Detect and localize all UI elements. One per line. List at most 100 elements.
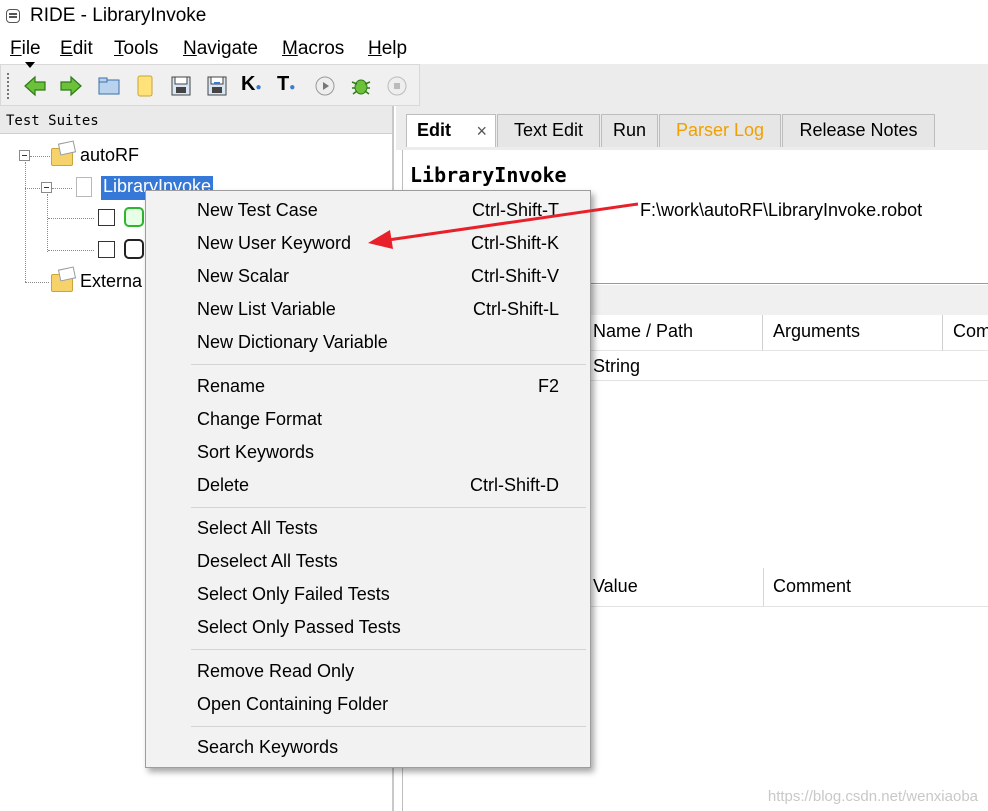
menu-bar: File Edit Tools Navigate Macros Help <box>0 34 988 64</box>
run-icon[interactable] <box>313 74 337 98</box>
column-divider <box>763 568 764 606</box>
test-checkbox[interactable] <box>98 209 115 226</box>
source-path: F:\work\autoRF\LibraryInvoke.robot <box>640 200 923 220</box>
menu-item-label: Delete <box>197 475 250 495</box>
tree-guide <box>48 250 94 251</box>
app-robot-icon <box>6 9 20 23</box>
toolbar-grip[interactable] <box>7 73 10 99</box>
column-comment[interactable]: Com <box>943 315 988 351</box>
menu-item-open-containing-folder[interactable]: Open Containing Folder <box>146 688 590 721</box>
robot-icon <box>124 207 144 227</box>
menu-item-new-scalar[interactable]: New Scalar Ctrl-Shift-V <box>146 260 590 293</box>
menu-item-label: New Test Case <box>197 200 318 220</box>
watermark: https://blog.csdn.net/wenxiaoba <box>767 788 978 805</box>
context-menu: New Test Case Ctrl-Shift-T New User Keywo… <box>145 190 591 768</box>
menu-item-sort-keywords[interactable]: Sort Keywords <box>146 436 590 469</box>
menu-file[interactable]: File <box>10 38 41 60</box>
tree-guide <box>25 162 26 282</box>
resource-folder-icon <box>51 274 73 292</box>
menu-item-label: New Scalar <box>197 266 290 286</box>
import-cell-string[interactable]: String <box>593 356 640 377</box>
collapse-libraryinvoke-icon[interactable] <box>41 182 52 193</box>
open-folder-icon[interactable] <box>97 74 121 98</box>
menu-item-remove-read-only[interactable]: Remove Read Only <box>146 655 590 688</box>
annotation-arrow-icon <box>368 202 639 249</box>
menu-item-shortcut: Ctrl-Shift-V <box>470 266 559 286</box>
menu-item-search-keywords[interactable]: Search Keywords <box>146 731 590 764</box>
panel-header: Test Suites <box>0 106 392 134</box>
new-page-icon[interactable] <box>133 74 157 98</box>
column-arguments[interactable]: Arguments <box>763 315 943 351</box>
tree-guide <box>48 218 94 219</box>
tree-guide <box>30 156 50 157</box>
menu-item-rename[interactable]: Rename F2 <box>146 370 590 403</box>
t-glyph: T <box>277 73 290 95</box>
menu-item-label: New Dictionary Variable <box>197 332 388 352</box>
tree-guide <box>25 188 40 189</box>
menu-item-select-failed-tests[interactable]: Select Only Failed Tests <box>146 578 590 611</box>
tree-item-external[interactable]: Externa <box>80 271 142 292</box>
file-icon <box>76 177 92 197</box>
menu-help[interactable]: Help <box>368 38 407 60</box>
tab-edit[interactable]: Edit × <box>406 114 496 147</box>
search-keyword-icon[interactable]: K● <box>241 73 265 97</box>
debug-bug-icon[interactable] <box>349 74 373 98</box>
tree-item-autorf[interactable]: autoRF <box>80 145 139 166</box>
collapse-autorf-icon[interactable] <box>19 150 30 161</box>
menu-item-deselect-all-tests[interactable]: Deselect All Tests <box>146 545 590 578</box>
menu-separator <box>191 364 586 365</box>
tree-guide <box>52 188 72 189</box>
menu-separator <box>191 507 586 508</box>
toolbar-filler <box>420 64 988 106</box>
menu-macros[interactable]: Macros <box>282 38 344 60</box>
menu-item-new-list-variable[interactable]: New List Variable Ctrl-Shift-L <box>146 293 590 326</box>
menu-tools[interactable]: Tools <box>114 38 158 60</box>
tree-guide <box>25 282 49 283</box>
save-icon[interactable] <box>169 74 193 98</box>
title-bar: RIDE - LibraryInvoke <box>0 0 988 34</box>
menu-item-label: Select Only Failed Tests <box>197 584 390 604</box>
menu-separator <box>191 726 586 727</box>
menu-item-delete[interactable]: Delete Ctrl-Shift-D <box>146 469 590 502</box>
menu-item-label: Remove Read Only <box>197 661 355 681</box>
k-glyph: K <box>241 73 256 95</box>
menu-item-shortcut: Ctrl-Shift-D <box>470 475 559 495</box>
menu-item-label: Open Containing Folder <box>197 694 389 714</box>
tab-release-notes[interactable]: Release Notes <box>782 114 935 147</box>
tab-bar: Edit × Text Edit Run Parser Log Release … <box>396 106 988 150</box>
t-superscript: ● <box>289 82 296 93</box>
tab-parser-log[interactable]: Parser Log <box>659 114 781 147</box>
column-name-path[interactable]: Name / Path <box>583 315 763 351</box>
menu-item-shortcut: F2 <box>537 376 559 396</box>
menu-item-shortcut: Ctrl-Shift-L <box>472 299 559 319</box>
menu-navigate[interactable]: Navigate <box>183 38 258 60</box>
variables-column-value[interactable]: Value <box>593 576 638 597</box>
menu-item-select-all-tests[interactable]: Select All Tests <box>146 512 590 545</box>
menu-item-label: Search Keywords <box>197 737 339 757</box>
forward-arrow-icon[interactable] <box>59 74 83 98</box>
save-all-icon[interactable] <box>205 74 229 98</box>
tab-run[interactable]: Run <box>601 114 658 147</box>
tab-edit-label: Edit <box>417 120 451 140</box>
close-icon[interactable]: × <box>476 121 487 142</box>
back-arrow-icon[interactable] <box>23 74 47 98</box>
menu-item-label: New List Variable <box>197 299 336 319</box>
tab-text-edit[interactable]: Text Edit <box>497 114 600 147</box>
menu-item-label: Rename <box>197 376 266 396</box>
menu-item-select-passed-tests[interactable]: Select Only Passed Tests <box>146 611 590 644</box>
suite-folder-icon <box>51 148 73 166</box>
menu-item-new-dictionary-variable[interactable]: New Dictionary Variable <box>146 326 590 359</box>
test-checkbox[interactable] <box>98 241 115 258</box>
menu-edit[interactable]: Edit <box>60 38 93 60</box>
menu-item-change-format[interactable]: Change Format <box>146 403 590 436</box>
menu-item-label: Select All Tests <box>197 518 318 538</box>
search-test-icon[interactable]: T● <box>277 73 301 97</box>
suite-name-heading: LibraryInvoke <box>410 163 567 187</box>
variables-column-comment[interactable]: Comment <box>773 576 851 597</box>
window-title: RIDE - LibraryInvoke <box>30 5 207 26</box>
menu-item-label: Sort Keywords <box>197 442 315 462</box>
stop-icon[interactable] <box>385 74 409 98</box>
toolbar-dropdown-icon[interactable] <box>25 62 35 68</box>
menu-separator <box>191 649 586 650</box>
menu-item-label: Select Only Passed Tests <box>197 617 401 637</box>
